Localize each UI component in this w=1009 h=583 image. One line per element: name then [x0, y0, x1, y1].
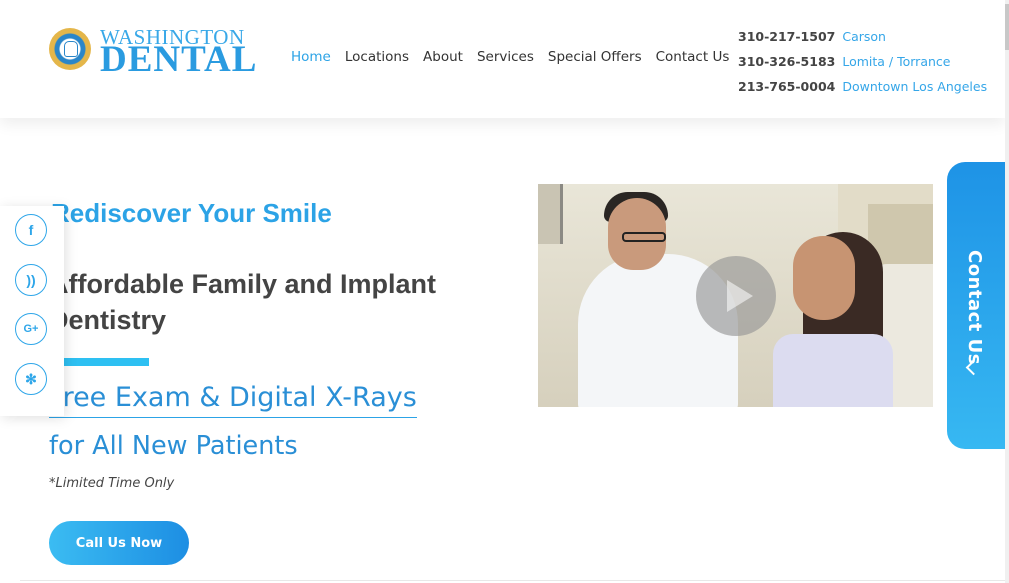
google-plus-icon[interactable]: G+	[15, 313, 47, 345]
phone-number[interactable]: 310-326-5183	[738, 54, 835, 69]
play-icon[interactable]	[696, 256, 776, 336]
hero-title: Affordable Family and Implant Dentistry	[49, 269, 437, 335]
nav-locations[interactable]: Locations	[345, 49, 409, 65]
rss-icon[interactable]: ))	[15, 264, 47, 296]
divider	[20, 580, 1005, 581]
page-scrollbar[interactable]	[1005, 0, 1009, 583]
facebook-icon[interactable]: f	[15, 214, 47, 246]
video-patient	[773, 334, 893, 407]
phone-list: 310-217-1507 Carson 310-326-5183 Lomita …	[738, 24, 987, 99]
hero-divider	[49, 358, 149, 366]
logo-seal-icon	[49, 28, 91, 70]
nav-contact-us[interactable]: Contact Us	[656, 49, 730, 65]
social-bar: f )) G+ ✻	[0, 206, 64, 416]
hero-note: *Limited Time Only	[49, 476, 175, 491]
nav-special-offers[interactable]: Special Offers	[548, 49, 642, 65]
video-player[interactable]	[538, 184, 933, 407]
phone-location-link[interactable]: Downtown Los Angeles	[842, 79, 987, 94]
scrollbar-thumb[interactable]	[1005, 4, 1009, 50]
logo-text-bottom: DENTAL	[100, 39, 258, 80]
video-scene	[538, 184, 563, 244]
site-header: WASHINGTON DENTAL Home Locations About S…	[0, 0, 1005, 118]
hero-tagline: Rediscover Your Smile	[51, 198, 332, 228]
logo[interactable]: WASHINGTON DENTAL	[49, 26, 259, 78]
hero-offer-sub: for All New Patients	[49, 431, 298, 461]
video-patient	[793, 236, 855, 320]
contact-us-tab[interactable]: Contact Us	[947, 162, 1007, 449]
call-us-now-button[interactable]: Call Us Now	[49, 521, 189, 565]
hero-offer[interactable]: Free Exam & Digital X-Rays	[49, 382, 417, 418]
contact-us-tab-label: Contact Us	[964, 250, 985, 366]
nav-home[interactable]: Home	[291, 49, 331, 65]
yelp-icon[interactable]: ✻	[15, 363, 47, 395]
nav-about[interactable]: About	[423, 49, 463, 65]
phone-number[interactable]: 213-765-0004	[738, 79, 835, 94]
phone-row-downtown: 213-765-0004 Downtown Los Angeles	[738, 74, 987, 99]
video-doctor	[622, 232, 666, 242]
main-nav: Home Locations About Services Special Of…	[291, 49, 743, 65]
phone-row-carson: 310-217-1507 Carson	[738, 24, 987, 49]
phone-row-lomita: 310-326-5183 Lomita / Torrance	[738, 49, 987, 74]
hero-section: Rediscover Your Smile Affordable Family …	[0, 118, 1005, 583]
phone-number[interactable]: 310-217-1507	[738, 29, 835, 44]
phone-location-link[interactable]: Lomita / Torrance	[842, 54, 950, 69]
phone-location-link[interactable]: Carson	[842, 29, 886, 44]
nav-services[interactable]: Services	[477, 49, 534, 65]
